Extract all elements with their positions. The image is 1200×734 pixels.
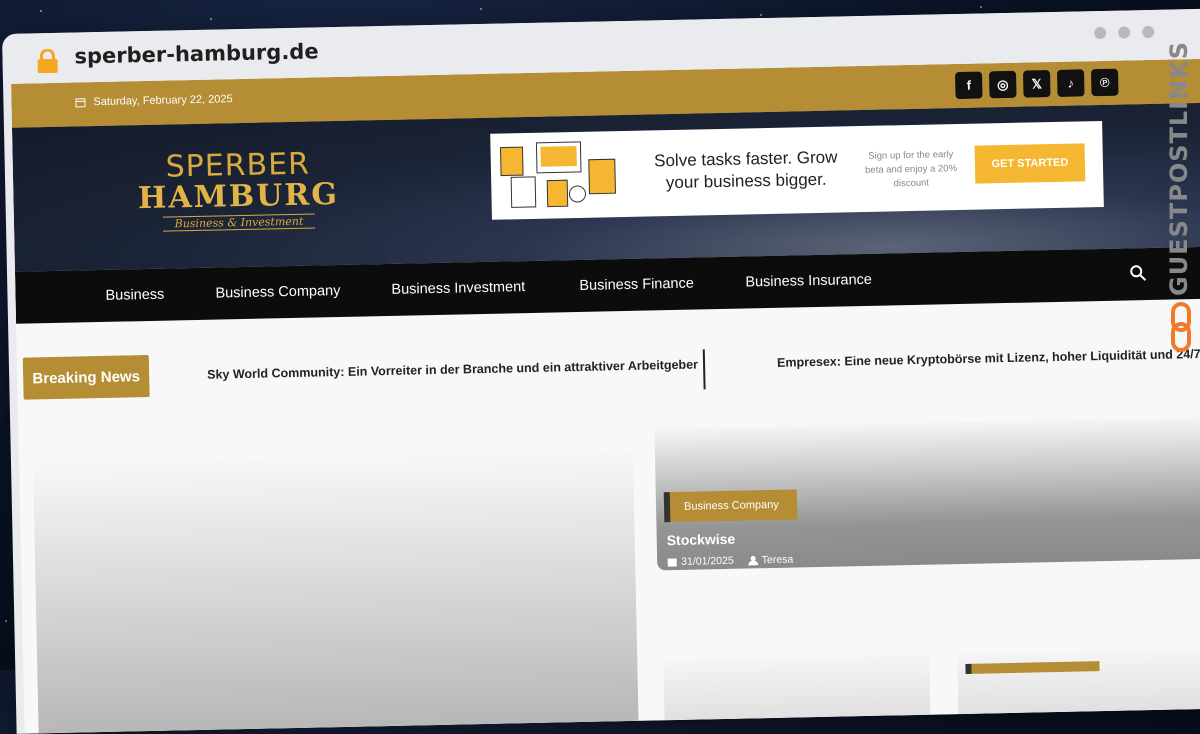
facebook-icon[interactable]: f <box>955 71 983 99</box>
ad-subtext: Sign up for the early beta and enjoy a 2… <box>861 148 962 192</box>
user-icon <box>748 555 758 565</box>
tiktok-icon[interactable]: ♪ <box>1057 69 1085 97</box>
window-dot[interactable] <box>1142 26 1154 38</box>
post-author-text: Teresa <box>762 554 794 567</box>
nav-item-business-finance[interactable]: Business Finance <box>579 276 694 294</box>
date-text: Saturday, February 22, 2025 <box>93 93 232 108</box>
watermark-text: GUESTPOSTLINKS <box>1162 0 1196 296</box>
instagram-icon[interactable]: ◎ <box>989 71 1017 99</box>
nav-item-business-company[interactable]: Business Company <box>215 283 340 302</box>
main-featured-post-image[interactable] <box>33 451 639 734</box>
post-title[interactable]: Stockwise <box>667 531 736 548</box>
post-date-text: 31/01/2025 <box>681 555 734 568</box>
office-illustration <box>496 139 627 214</box>
ticker-item[interactable]: Sky World Community: Ein Vorreiter in de… <box>207 357 698 381</box>
category-badge[interactable] <box>965 661 1099 674</box>
ticker-divider <box>703 349 706 389</box>
link-icon <box>1170 302 1192 352</box>
search-icon[interactable] <box>1129 264 1147 282</box>
ad-headline-line-2: your business bigger. <box>641 168 851 194</box>
web-page: Saturday, February 22, 2025 f ◎ 𝕏 ♪ ℗ SP… <box>11 58 1200 733</box>
logo-main-text: HAMBURG <box>123 179 354 216</box>
site-logo[interactable]: SPERBER HAMBURG Business & Investment <box>123 149 355 234</box>
breaking-news-bar: Breaking News Sky World Community: Ein V… <box>16 316 1200 389</box>
ticker-item[interactable]: Empresex: Eine neue Kryptobörse mit Lize… <box>777 347 1200 370</box>
post-date: 31/01/2025 <box>667 555 734 568</box>
category-badge[interactable]: Business Company <box>664 489 797 522</box>
window-dot[interactable] <box>1118 26 1130 38</box>
post-card[interactable] <box>957 648 1200 714</box>
current-date: Saturday, February 22, 2025 <box>75 93 232 108</box>
post-meta: 31/01/2025 Teresa <box>667 554 793 569</box>
site-header: SPERBER HAMBURG Business & Investment So… <box>12 102 1200 271</box>
window-dot[interactable] <box>1094 27 1106 39</box>
nav-item-business[interactable]: Business <box>105 287 164 304</box>
logo-tagline: Business & Investment <box>163 213 316 231</box>
browser-window: sperber-hamburg.de Saturday, February 22… <box>2 8 1200 734</box>
address-bar-url[interactable]: sperber-hamburg.de <box>74 39 319 68</box>
post-card[interactable] <box>663 655 930 721</box>
post-author[interactable]: Teresa <box>748 554 794 567</box>
pinterest-icon[interactable]: ℗ <box>1091 69 1119 97</box>
nav-item-business-insurance[interactable]: Business Insurance <box>745 272 872 291</box>
lock-icon <box>34 49 60 74</box>
x-icon[interactable]: 𝕏 <box>1023 70 1051 98</box>
window-controls <box>1094 26 1154 39</box>
calendar-icon <box>75 97 85 107</box>
nav-item-business-investment[interactable]: Business Investment <box>391 279 525 298</box>
ad-headline: Solve tasks faster. Grow your business b… <box>641 146 852 194</box>
breaking-news-label: Breaking News <box>23 355 150 400</box>
calendar-icon <box>667 557 677 567</box>
ad-banner[interactable]: Solve tasks faster. Grow your business b… <box>490 121 1104 220</box>
social-links: f ◎ 𝕏 ♪ ℗ <box>955 69 1119 99</box>
featured-post-card[interactable]: Business Company Stockwise 31/01/2025 Te… <box>654 417 1200 571</box>
get-started-button[interactable]: GET STARTED <box>975 143 1086 183</box>
